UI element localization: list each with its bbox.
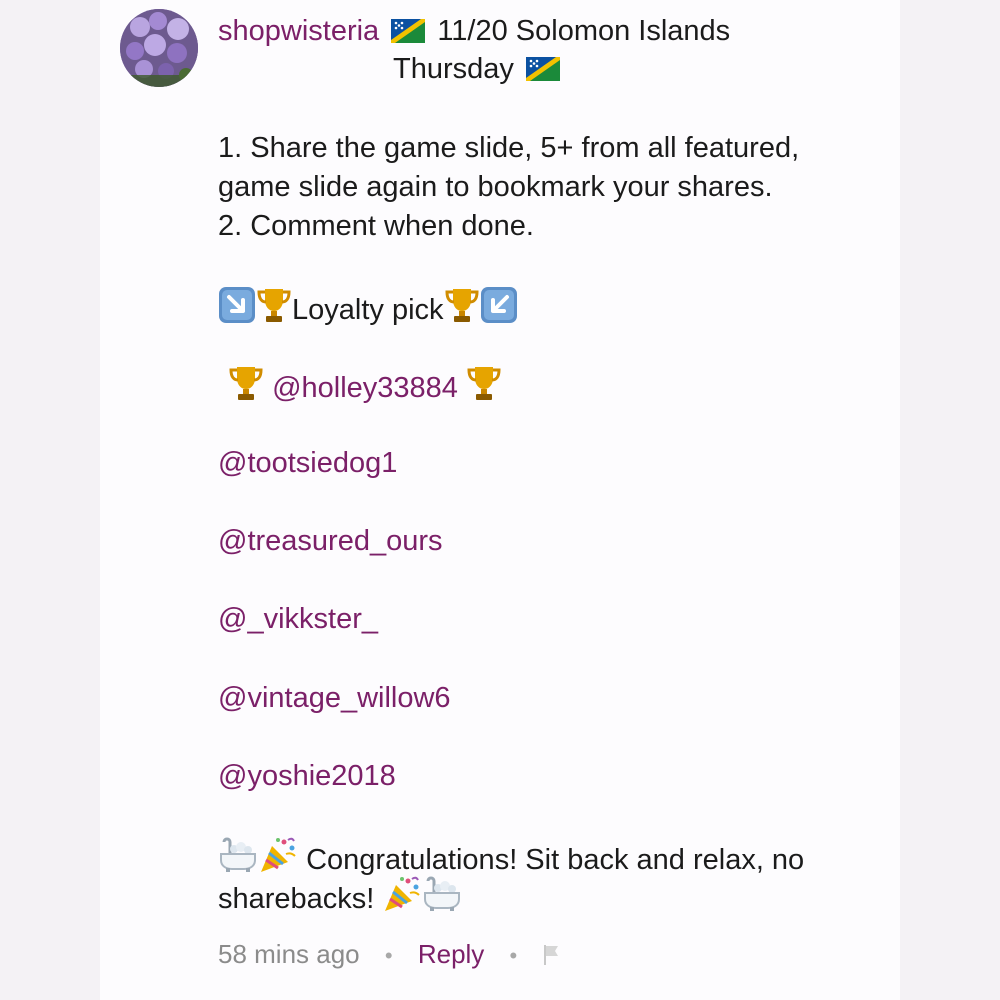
separator-dot: • — [384, 943, 393, 968]
mention-link[interactable]: @_vikkster_ — [218, 600, 888, 639]
mention-link[interactable]: @treasured_ours — [218, 522, 888, 561]
loyalty-pick-winner: @holley33884 — [218, 364, 898, 413]
loyalty-pick-label: Loyalty pick — [292, 294, 444, 326]
instruction-line-1: 1. Share the game slide, 5+ from all fea… — [218, 132, 800, 164]
trophy-icon — [444, 286, 480, 335]
arrow-down-left-icon — [480, 286, 518, 335]
trophy-icon — [466, 364, 502, 413]
mention-link[interactable]: @yoshie2018 — [218, 757, 888, 796]
loyalty-pick-heading: Loyalty pick — [218, 286, 888, 335]
bathtub-icon — [422, 875, 462, 924]
solomon-islands-flag-icon — [391, 15, 426, 53]
solomon-islands-flag-icon — [525, 53, 560, 91]
mention-link[interactable]: @vintage_willow6 — [218, 679, 888, 718]
reply-button[interactable]: Reply — [418, 939, 484, 969]
mention-link[interactable]: @tootsiedog1 — [218, 444, 888, 483]
instruction-line-2: game slide again to bookmark your shares… — [218, 171, 773, 203]
party-popper-icon — [382, 875, 422, 924]
post-day-line: Thursday — [393, 50, 564, 91]
post-title: 11/20 Solomon Islands — [437, 15, 731, 47]
arrow-down-right-icon — [218, 286, 256, 335]
congrats-text-1: Congratulations! Sit back and relax, no — [306, 844, 805, 876]
user-avatar[interactable] — [120, 9, 198, 87]
comment-footer: 58 mins ago • Reply • — [218, 935, 560, 976]
separator-dot: • — [509, 943, 518, 968]
trophy-icon — [228, 364, 264, 413]
wisteria-avatar-image — [120, 9, 198, 87]
instruction-line-3: 2. Comment when done. — [218, 210, 534, 242]
comment-header: shopwisteria 11/20 Solomon Islands — [218, 12, 730, 53]
username-link[interactable]: shopwisteria — [218, 15, 379, 47]
mention-link-loyalty[interactable]: @holley33884 — [272, 372, 458, 404]
timestamp: 58 mins ago — [218, 939, 360, 969]
post-day: Thursday — [393, 53, 514, 85]
congrats-line-2: sharebacks! — [218, 875, 888, 924]
trophy-icon — [256, 286, 292, 335]
congrats-text-2: sharebacks! — [218, 883, 375, 915]
report-flag-icon[interactable] — [542, 938, 560, 976]
